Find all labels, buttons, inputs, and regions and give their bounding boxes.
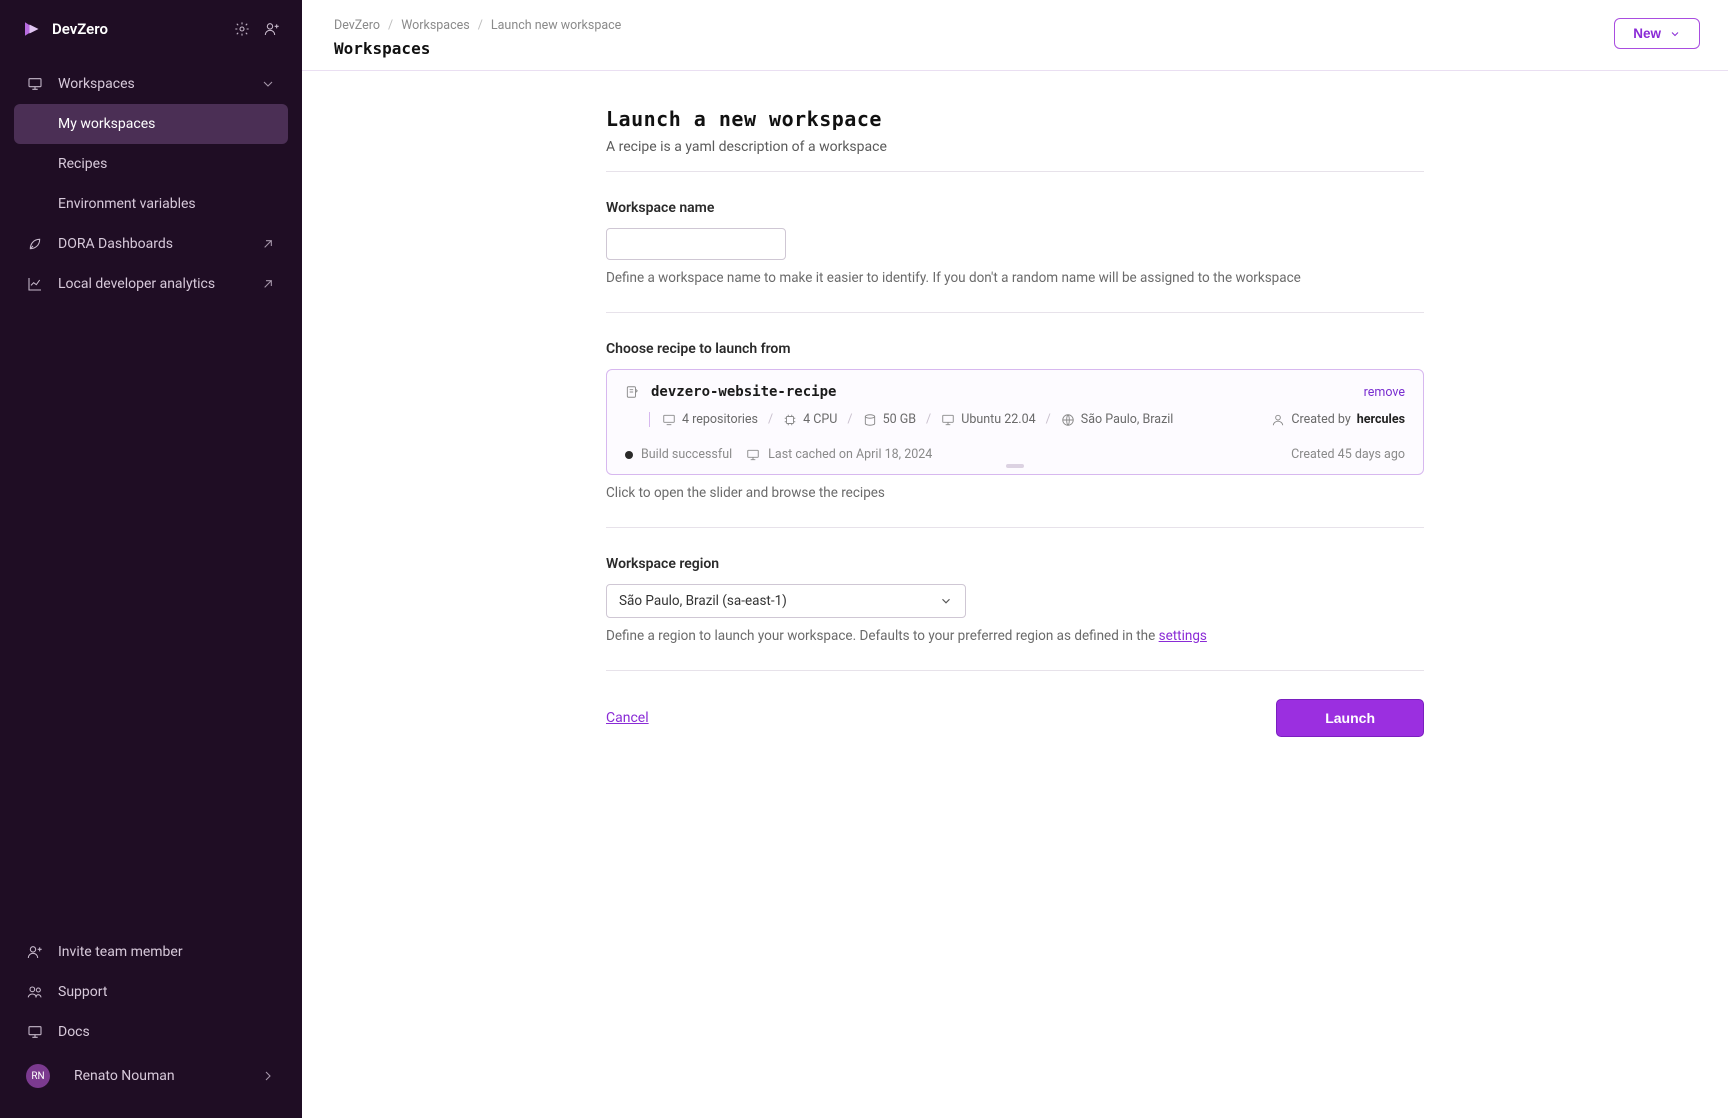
- sidebar-label: My workspaces: [58, 116, 155, 132]
- created-by-label: Created by: [1291, 412, 1350, 427]
- form-subtitle: A recipe is a yaml description of a work…: [606, 139, 1424, 155]
- region-help: Define a region to launch your workspace…: [606, 628, 1424, 644]
- region-label: Workspace region: [606, 556, 1424, 572]
- recipe-disk: 50 GB: [883, 412, 916, 427]
- external-link-icon: [260, 276, 276, 292]
- sidebar-label: Environment variables: [58, 196, 196, 212]
- workspace-name-label: Workspace name: [606, 200, 1424, 216]
- chevron-down-icon: [939, 594, 953, 608]
- recipe-label: Choose recipe to launch from: [606, 341, 1424, 357]
- recipe-card[interactable]: devzero-website-recipe remove 4 reposito…: [606, 369, 1424, 475]
- sidebar-item-workspaces[interactable]: Workspaces: [14, 64, 288, 104]
- recipe-help: Click to open the slider and browse the …: [606, 485, 1424, 501]
- new-button-label: New: [1633, 26, 1661, 41]
- add-user-icon: [26, 944, 44, 960]
- cancel-button[interactable]: Cancel: [606, 710, 649, 726]
- region-value: São Paulo, Brazil (sa-east-1): [619, 593, 787, 609]
- sidebar-label: DORA Dashboards: [58, 236, 173, 252]
- workspace-name-help: Define a workspace name to make it easie…: [606, 270, 1424, 286]
- sidebar-item-dora[interactable]: DORA Dashboards: [14, 224, 288, 264]
- sidebar-label: Recipes: [58, 156, 107, 172]
- breadcrumb-item: Launch new workspace: [491, 18, 621, 33]
- sidebar-item-analytics[interactable]: Local developer analytics: [14, 264, 288, 304]
- docs-icon: [26, 1024, 44, 1040]
- external-link-icon: [260, 236, 276, 252]
- chevron-down-icon: [1669, 28, 1681, 40]
- recipe-remove-link[interactable]: remove: [1364, 385, 1405, 400]
- user-icon: [1271, 413, 1285, 427]
- breadcrumb-item[interactable]: DevZero: [334, 18, 380, 33]
- recipe-name: devzero-website-recipe: [651, 384, 836, 400]
- monitor-icon: [746, 448, 760, 462]
- sidebar-label: Docs: [58, 1024, 90, 1040]
- rocket-icon: [26, 236, 44, 252]
- cpu-icon: [783, 413, 797, 427]
- sidebar-item-user[interactable]: RN Renato Nouman: [14, 1052, 288, 1100]
- sidebar-item-support[interactable]: Support: [14, 972, 288, 1012]
- brand-logo-icon: [22, 20, 40, 38]
- chart-icon: [26, 276, 44, 292]
- disk-icon: [863, 413, 877, 427]
- recipe-repos: 4 repositories: [682, 412, 758, 427]
- users-icon: [26, 984, 44, 1000]
- sidebar-item-env-vars[interactable]: Environment variables: [14, 184, 288, 224]
- sidebar-item-recipes[interactable]: Recipes: [14, 144, 288, 184]
- recipe-cpu: 4 CPU: [803, 412, 837, 427]
- form-title: Launch a new workspace: [606, 107, 1424, 131]
- add-user-icon[interactable]: [264, 21, 280, 37]
- build-status: Build successful: [641, 447, 732, 462]
- created-by-name: hercules: [1357, 412, 1405, 427]
- sidebar-item-my-workspaces[interactable]: My workspaces: [14, 104, 288, 144]
- sidebar-item-invite[interactable]: Invite team member: [14, 932, 288, 972]
- sidebar-label: Invite team member: [58, 944, 183, 960]
- sidebar-item-docs[interactable]: Docs: [14, 1012, 288, 1052]
- workspace-name-input[interactable]: [606, 228, 786, 260]
- workspaces-icon: [26, 76, 44, 92]
- page-title: Workspaces: [334, 39, 621, 58]
- settings-link[interactable]: settings: [1159, 628, 1207, 644]
- os-icon: [941, 413, 955, 427]
- recipe-icon: [625, 385, 639, 399]
- repo-icon: [662, 413, 676, 427]
- region-help-text: Define a region to launch your workspace…: [606, 628, 1159, 644]
- drag-handle-icon[interactable]: [1006, 464, 1024, 468]
- globe-icon: [1061, 413, 1075, 427]
- sidebar-label: Support: [58, 984, 107, 1000]
- recipe-os: Ubuntu 22.04: [961, 412, 1035, 427]
- gear-icon[interactable]: [234, 21, 250, 37]
- avatar: RN: [26, 1064, 50, 1088]
- brand-name: DevZero: [52, 20, 108, 38]
- recipe-age: Created 45 days ago: [1291, 447, 1405, 462]
- chevron-down-icon: [260, 76, 276, 92]
- sidebar-label: Workspaces: [58, 76, 135, 92]
- new-button[interactable]: New: [1614, 18, 1700, 49]
- recipe-cached: Last cached on April 18, 2024: [768, 447, 932, 462]
- chevron-right-icon: [260, 1068, 276, 1084]
- breadcrumb: DevZero/Workspaces/Launch new workspace: [334, 18, 621, 33]
- sidebar-label: Local developer analytics: [58, 276, 215, 292]
- status-dot-icon: [625, 451, 633, 459]
- user-name: Renato Nouman: [74, 1068, 175, 1084]
- breadcrumb-item[interactable]: Workspaces: [401, 18, 470, 33]
- region-select[interactable]: São Paulo, Brazil (sa-east-1): [606, 584, 966, 618]
- launch-button[interactable]: Launch: [1276, 699, 1424, 737]
- recipe-region: São Paulo, Brazil: [1081, 412, 1174, 427]
- brand[interactable]: DevZero: [22, 20, 108, 38]
